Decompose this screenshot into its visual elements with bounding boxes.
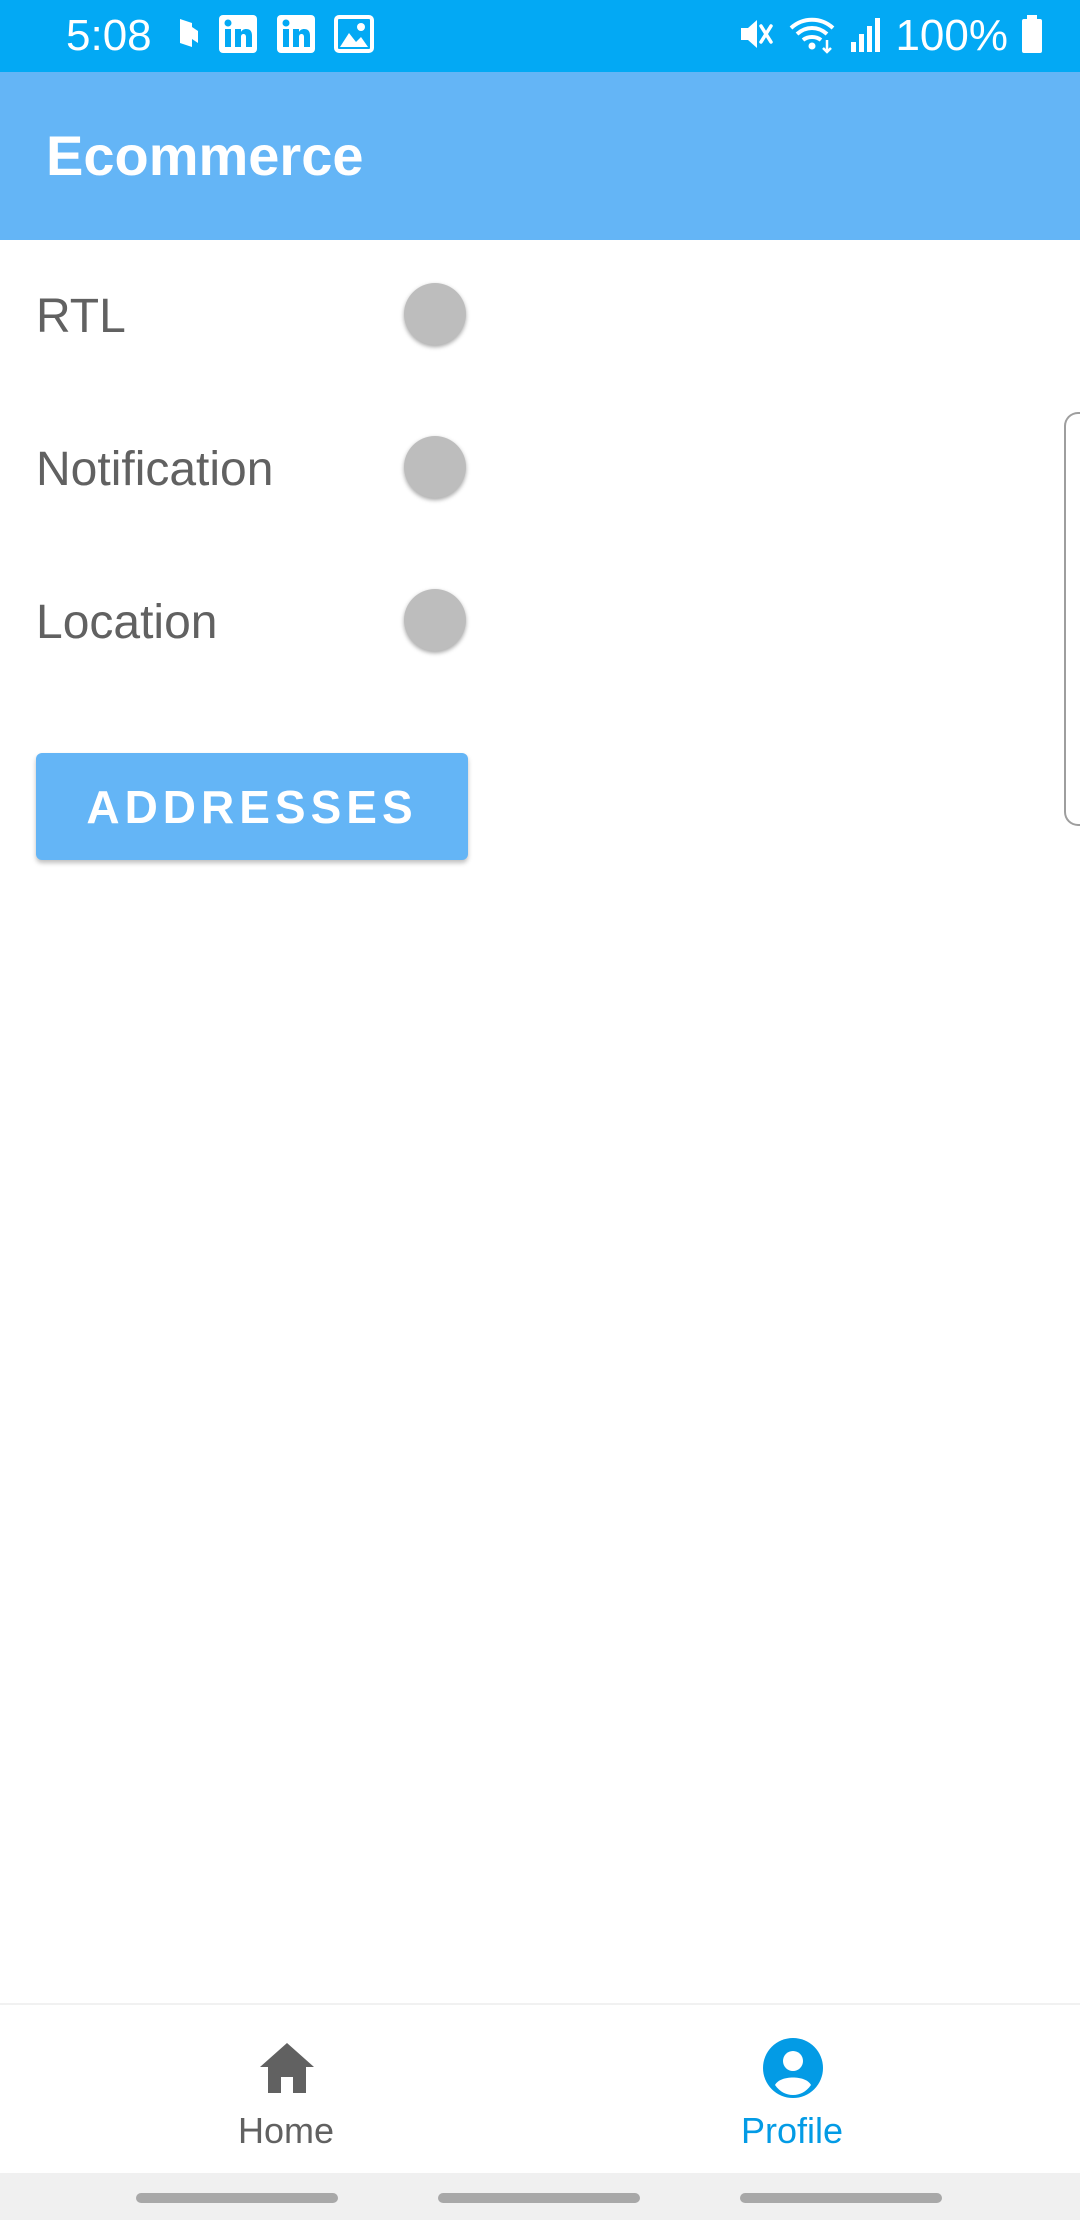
status-time: 5:08 — [66, 11, 152, 60]
status-system-icons: 100% — [735, 10, 1044, 62]
status-bar: 5:08 100% — [0, 0, 1080, 72]
home-icon — [256, 2037, 318, 2099]
linkedin-icon — [276, 14, 316, 59]
battery-icon — [1020, 14, 1044, 59]
notification-app-icon — [176, 17, 200, 56]
signal-icon — [849, 14, 883, 59]
notification-toggle[interactable] — [404, 436, 466, 498]
back-gesture-bar[interactable] — [740, 2193, 942, 2203]
setting-row-rtl: RTL — [0, 277, 480, 357]
system-navigation-bar — [0, 2173, 1080, 2220]
setting-row-location: Location — [0, 583, 480, 663]
battery-percentage: 100% — [895, 11, 1008, 60]
image-icon — [334, 14, 374, 58]
app-title: Ecommerce — [46, 124, 364, 187]
rtl-label: RTL — [36, 290, 126, 343]
app-bar: Ecommerce — [0, 72, 1080, 240]
nav-profile-label: Profile — [740, 2110, 844, 2151]
linkedin-icon — [218, 14, 258, 59]
bottom-navigation: Home Profile — [0, 2003, 1080, 2173]
rtl-toggle[interactable] — [404, 283, 466, 345]
location-label: Location — [36, 596, 218, 649]
nav-profile[interactable]: Profile — [522, 2005, 1062, 2175]
notification-label: Notification — [36, 443, 274, 496]
setting-row-notification: Notification — [0, 430, 480, 510]
screen: 5:08 100% Ecommerce RTL Notification Loc… — [0, 0, 1080, 2220]
mute-icon — [735, 14, 775, 59]
nav-home-label: Home — [237, 2110, 335, 2151]
recents-gesture-bar[interactable] — [136, 2193, 338, 2203]
nav-home[interactable]: Home — [16, 2005, 556, 2175]
addresses-button[interactable]: ADDRESSES — [36, 753, 468, 860]
edge-panel-handle[interactable] — [1064, 412, 1080, 826]
home-gesture-bar[interactable] — [438, 2193, 640, 2203]
account-circle-icon — [762, 2037, 824, 2099]
wifi-icon — [787, 14, 837, 59]
status-notification-icons — [176, 14, 374, 59]
location-toggle[interactable] — [404, 589, 466, 651]
